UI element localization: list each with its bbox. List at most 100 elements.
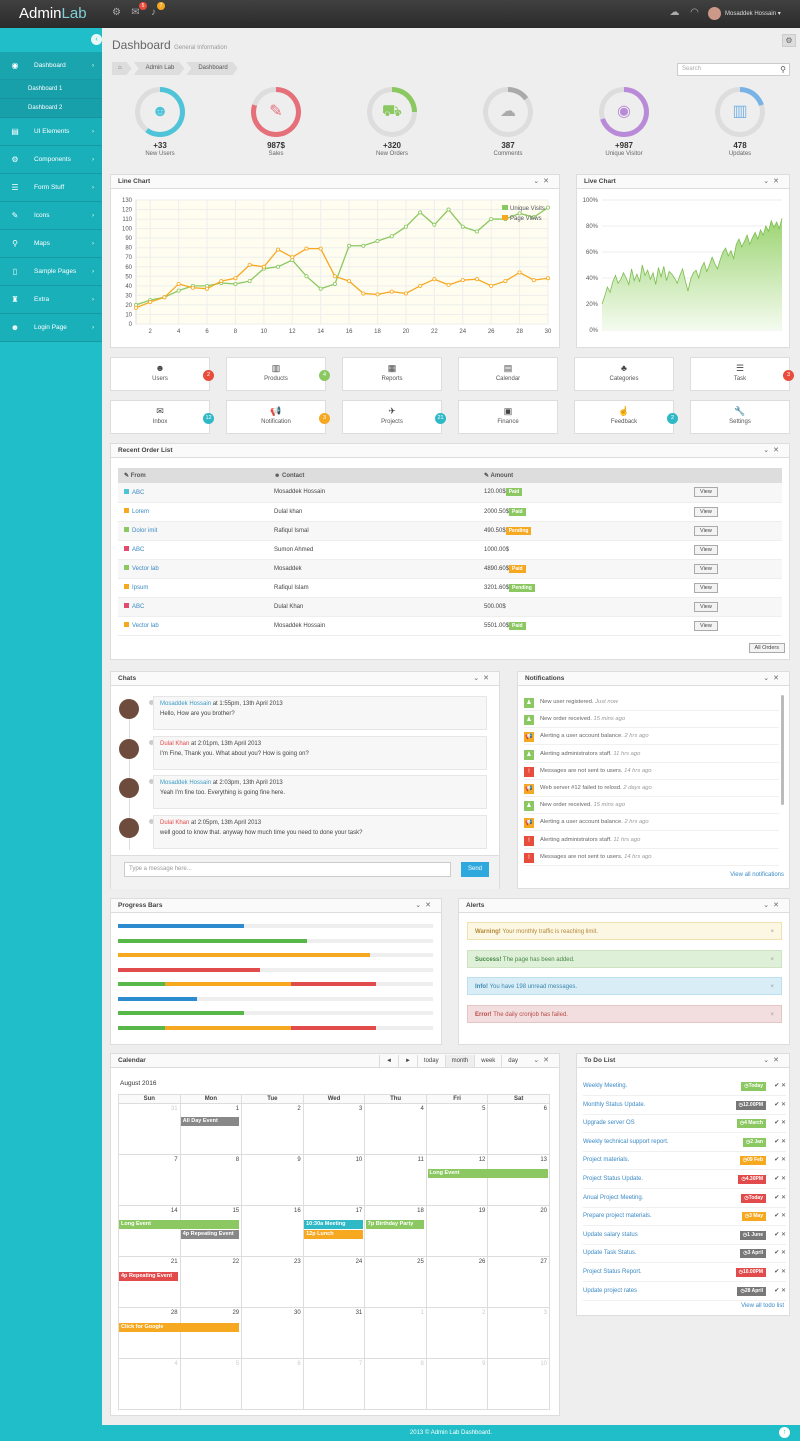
calendar-day[interactable]: 21 [118,1256,181,1308]
check-close-icons[interactable]: ✔ ✕ [774,1151,786,1170]
calendar-day[interactable]: 6 [487,1103,550,1155]
order-from-link[interactable]: Vector lab [132,566,159,572]
calendar-day[interactable]: 30 [241,1307,304,1359]
order-from-link[interactable]: Ipsum [132,585,148,591]
send-button[interactable]: Send [461,862,489,877]
calendar-day[interactable]: 1 [364,1307,427,1359]
view-button[interactable]: View [694,563,718,574]
calendar-day[interactable]: 10 [302,1154,366,1206]
calendar-prev-button[interactable]: ◄ [379,1055,398,1067]
calendar-day[interactable]: 10 [487,1358,550,1410]
todo-item[interactable]: Upgrade server OS ◷4 March ✔ ✕ [583,1114,786,1134]
calendar-week-button[interactable]: week [474,1055,501,1067]
breadcrumb-item[interactable]: Dashboard [186,62,237,75]
sidebar-item-login-page[interactable]: ☻ Login Page › [0,314,102,342]
gear-icon[interactable]: ⚙ [111,8,122,18]
shortcut-calendar[interactable]: ▤ Calendar [458,357,558,391]
calendar-day[interactable]: 16 [241,1205,304,1257]
calendar-day[interactable]: 6 [241,1358,304,1410]
todo-item[interactable]: Weekly Meeting. ◷Today ✔ ✕ [583,1077,786,1096]
panel-tools[interactable]: ⌄✕ [415,899,435,913]
order-from-link[interactable]: Lorem [132,509,149,515]
calendar-event[interactable]: All Day Event [180,1117,240,1126]
calendar-event[interactable]: Click for Google [119,1323,240,1332]
check-close-icons[interactable]: ✔ ✕ [774,1096,786,1115]
close-icon[interactable]: × [770,1006,774,1024]
todo-item[interactable]: Weekly technical support report. ◷2 Jan ✔ … [583,1133,786,1152]
notification-item[interactable]: 📢 Alerting a user account balance. 2 hrs … [524,728,779,746]
stat-widget[interactable]: ☁ 387 Comments [468,87,548,157]
notification-item[interactable]: 📢 Web server #12 failed to relosd. 2 days… [524,780,779,797]
check-close-icons[interactable]: ✔ ✕ [774,1226,786,1245]
todo-item[interactable]: Monthly Status Update. ◷12.00PM ✔ ✕ [583,1096,786,1115]
order-from-link[interactable]: ABC [132,490,144,496]
shortcut-users[interactable]: ☻ Users 2 [110,357,214,391]
calendar-event[interactable]: 4p Repeating Event [180,1230,240,1239]
panel-tools[interactable]: ⌄✕ [763,672,783,686]
notification-item[interactable]: ♟ New order received. 15 mins ago [524,711,779,729]
sidebar-toggle-icon[interactable]: ‹ [91,34,102,45]
order-from-link[interactable]: Dolor imit [132,528,157,534]
sidebar-item-extra[interactable]: ♜ Extra › [0,286,102,314]
sidebar-subitem[interactable]: Dashboard 2 [0,99,102,118]
shortcut-settings[interactable]: 🔧 Settings [690,400,790,434]
shortcut-inbox[interactable]: ✉ Inbox 12 [110,400,214,434]
calendar-day[interactable]: 1 [179,1103,243,1155]
stat-widget[interactable]: ◉ +987 Unique Visitor [584,87,664,157]
calendar-day[interactable]: 9 [241,1154,304,1206]
calendar-day[interactable]: 19 [425,1205,489,1257]
calendar-day[interactable]: 26 [425,1256,489,1308]
calendar-day[interactable]: 3 [302,1103,366,1155]
calendar-event[interactable]: 12p Lunch [304,1230,363,1239]
sidebar-item-ui-elements[interactable]: ▤ UI Elements › [0,118,102,146]
settings-gear-button[interactable]: ⚙ [782,34,796,47]
calendar-day[interactable]: 25 [364,1256,427,1308]
todo-item[interactable]: Project Status Report. ◷10.00PM ✔ ✕ [583,1263,786,1282]
todo-item[interactable]: Update project rates ◷28 April ✔ ✕ [583,1282,786,1301]
view-button[interactable]: View [694,487,718,498]
panel-tools[interactable]: ⌄✕ [763,175,783,189]
order-from-link[interactable]: ABC [132,547,144,553]
check-close-icons[interactable]: ✔ ✕ [774,1244,786,1263]
panel-tools[interactable]: ⌄✕ [533,175,553,189]
panel-tools[interactable]: ⌄✕ [763,444,783,458]
calendar-event[interactable]: 10:30a Meeting [304,1220,363,1229]
calendar-day[interactable]: 18 [364,1205,427,1257]
notification-item[interactable]: ♟ Alerting administrators staff. 11 hrs a… [524,746,779,763]
all-orders-button[interactable]: All Orders [748,643,785,653]
view-all-todo-link[interactable]: View all todo list [741,1303,784,1309]
calendar-day[interactable]: 2 [425,1307,489,1359]
calendar-next-button[interactable]: ► [397,1055,417,1067]
sidebar-item-dashboard[interactable]: ◉ Dashboard › [0,52,102,80]
view-button[interactable]: View [694,506,718,517]
chat-author-link[interactable]: Mosaddek Hossain [160,701,211,707]
order-from-link[interactable]: Vector lab [132,623,159,629]
view-button[interactable]: View [694,601,718,612]
chat-author-link[interactable]: Mosaddek Hossain [160,780,211,786]
calendar-day[interactable]: 14 [118,1205,181,1257]
shortcut-finance[interactable]: ▣ Finance [458,400,558,434]
close-icon[interactable]: × [770,951,774,969]
calendar-day-button[interactable]: day [501,1055,524,1067]
sidebar-subitem[interactable]: Dashboard 1 [0,80,102,99]
calendar-day[interactable]: 31 [302,1307,366,1359]
home-icon[interactable]: ⌂ [112,62,132,75]
mail-icon[interactable]: ✉ 5 [130,2,147,18]
calendar-day[interactable]: 28 [118,1307,181,1359]
todo-item[interactable]: Prepare project materials. ◷3 May ✔ ✕ [583,1207,786,1227]
stat-widget[interactable]: ▥ 478 Updates [700,87,780,157]
breadcrumb-item[interactable]: Admin Lab [134,62,185,75]
calendar-day[interactable]: 7 [302,1358,366,1410]
calendar-day[interactable]: 2 [241,1103,304,1155]
headphones-icon[interactable]: ◠ [689,8,700,18]
calendar-day[interactable]: 27 [487,1256,550,1308]
calendar-day[interactable]: 20 [487,1205,550,1257]
order-from-link[interactable]: ABC [132,604,144,610]
check-close-icons[interactable]: ✔ ✕ [774,1114,786,1133]
scrollbar[interactable] [781,695,784,805]
shortcut-categories[interactable]: ♣ Categories [574,357,674,391]
calendar-day[interactable]: 31 [118,1103,181,1155]
notification-item[interactable]: ! Alerting administrators staff. 11 hrs a… [524,832,779,849]
shortcut-notification[interactable]: 📢 Notification 3 [226,400,330,434]
calendar-today-button[interactable]: today [416,1055,445,1067]
